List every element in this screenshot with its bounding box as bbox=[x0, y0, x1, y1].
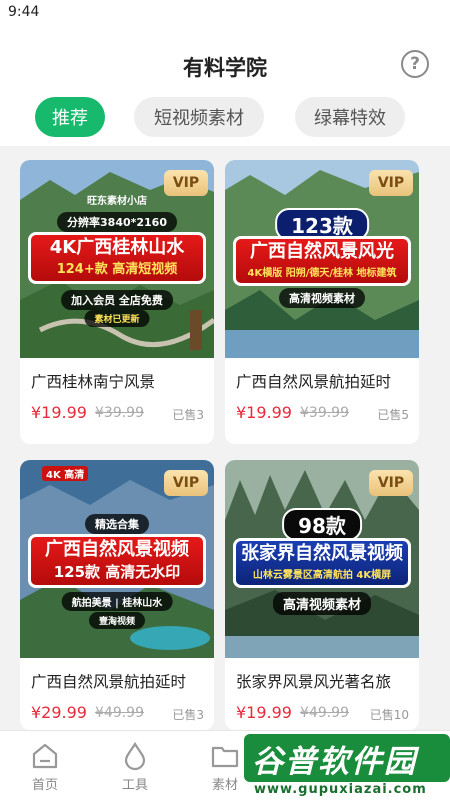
tab-green-screen[interactable]: 绿幕特效 bbox=[295, 97, 405, 137]
product-name: 张家界风景风光著名旅 bbox=[236, 673, 392, 691]
vip-badge: VIP bbox=[164, 470, 208, 496]
product-thumbnail: 4K 高清 VIP 精选合集 广西自然风景视频 125款 高清无水印 航拍美景 … bbox=[20, 460, 214, 658]
site-watermark: 谷普软件园 www.gupuxiazai.com bbox=[236, 732, 450, 800]
thumb-banner: 张家界自然风景视频 山林云雾景区高清航拍 4K横屏 bbox=[233, 538, 411, 588]
nav-tools[interactable]: 工具 bbox=[90, 731, 180, 800]
thumb-title: 张家界自然风景视频 bbox=[241, 543, 403, 564]
thumb-footer-note: 壹淘视频 bbox=[88, 612, 146, 629]
thumb-title: 广西自然风景风光 bbox=[250, 241, 394, 262]
thumb-subtitle: 山林云雾景区高清航拍 4K横屏 bbox=[252, 570, 392, 581]
nav-tools-label: 工具 bbox=[121, 778, 148, 793]
vip-badge: VIP bbox=[369, 470, 413, 496]
tab-short-video[interactable]: 短视频素材 bbox=[134, 97, 264, 137]
original-price: ¥49.99 bbox=[300, 705, 349, 721]
nav-home[interactable]: 首页 bbox=[0, 731, 90, 800]
collection-pill: 精选合集 bbox=[85, 514, 149, 534]
status-bar: 9:44 bbox=[0, 0, 450, 28]
sold-count: 已售10 bbox=[369, 708, 409, 722]
thumb-footer: 高清视频素材 bbox=[279, 288, 365, 308]
thumb-footer: 高清视频素材 bbox=[272, 592, 372, 615]
watermark-title: 谷普软件园 bbox=[252, 744, 417, 780]
original-price: ¥49.99 bbox=[95, 705, 144, 721]
resolution-pill: 分辨率3840*2160 bbox=[57, 212, 177, 232]
count-badge: 98款 bbox=[282, 508, 362, 541]
tab-recommended[interactable]: 推荐 bbox=[35, 97, 105, 137]
thumb-subtitle: 125款 高清无水印 bbox=[53, 563, 181, 581]
sold-count: 已售3 bbox=[172, 708, 204, 722]
product-card[interactable]: VIP 旺东素材小店 分辨率3840*2160 4K广西桂林山水 124+款 高… bbox=[20, 160, 214, 444]
category-tabs: 推荐 短视频素材 绿幕特效 bbox=[0, 94, 450, 146]
product-name: 广西自然风景航拍延时 bbox=[236, 373, 392, 391]
product-price: ¥19.99 bbox=[236, 703, 292, 722]
product-card[interactable]: VIP 123款 广西自然风景风光 4K横版 阳朔/德天/桂林 地标建筑 高清视… bbox=[225, 160, 419, 444]
drop-icon bbox=[124, 741, 146, 771]
vip-badge: VIP bbox=[369, 170, 413, 196]
thumb-banner: 4K广西桂林山水 124+款 高清短视频 bbox=[28, 232, 206, 284]
product-name: 广西自然风景航拍延时 bbox=[31, 673, 187, 691]
product-card[interactable]: 4K 高清 VIP 精选合集 广西自然风景视频 125款 高清无水印 航拍美景 … bbox=[20, 460, 214, 730]
thumb-banner: 广西自然风景风光 4K横版 阳朔/德天/桂林 地标建筑 bbox=[233, 236, 411, 286]
shop-name: 旺东素材小店 bbox=[87, 196, 147, 207]
page-title: 有料学院 bbox=[183, 56, 267, 80]
app-header: 有料学院 ? bbox=[0, 28, 450, 100]
sold-count: 已售3 bbox=[172, 408, 204, 422]
thumb-footer: 加入会员 全店免费 bbox=[61, 290, 173, 310]
thumb-footer-note: 素材已更新 bbox=[84, 310, 150, 327]
sold-count: 已售5 bbox=[377, 408, 409, 422]
product-price: ¥19.99 bbox=[236, 403, 292, 422]
home-icon bbox=[32, 743, 58, 769]
original-price: ¥39.99 bbox=[300, 405, 349, 421]
product-thumbnail: VIP 98款 张家界自然风景视频 山林云雾景区高清航拍 4K横屏 高清视频素材 bbox=[225, 460, 419, 658]
product-thumbnail: VIP 旺东素材小店 分辨率3840*2160 4K广西桂林山水 124+款 高… bbox=[20, 160, 214, 358]
thumb-title: 4K广西桂林山水 bbox=[49, 237, 185, 258]
product-price: ¥19.99 bbox=[31, 403, 87, 422]
resolution-tag: 4K 高清 bbox=[42, 466, 89, 481]
question-circle-icon: ? bbox=[410, 53, 420, 74]
watermark-url: www.gupuxiazai.com bbox=[254, 782, 427, 797]
nav-home-label: 首页 bbox=[31, 778, 58, 793]
status-time: 9:44 bbox=[8, 4, 40, 20]
original-price: ¥39.99 bbox=[95, 405, 144, 421]
product-name: 广西桂林南宁风景 bbox=[31, 373, 156, 391]
thumb-subtitle: 124+款 高清短视频 bbox=[56, 262, 178, 277]
product-card[interactable]: VIP 98款 张家界自然风景视频 山林云雾景区高清航拍 4K横屏 高清视频素材… bbox=[225, 460, 419, 730]
vip-badge: VIP bbox=[164, 170, 208, 196]
thumb-footer: 航拍美景 | 桂林山水 bbox=[61, 592, 173, 611]
thumb-subtitle: 4K横版 阳朔/德天/桂林 地标建筑 bbox=[247, 268, 397, 279]
product-price: ¥29.99 bbox=[31, 703, 87, 722]
thumb-title: 广西自然风景视频 bbox=[45, 539, 189, 560]
help-button[interactable]: ? bbox=[401, 50, 429, 78]
thumb-banner: 广西自然风景视频 125款 高清无水印 bbox=[28, 534, 206, 588]
product-thumbnail: VIP 123款 广西自然风景风光 4K横版 阳朔/德天/桂林 地标建筑 高清视… bbox=[225, 160, 419, 358]
